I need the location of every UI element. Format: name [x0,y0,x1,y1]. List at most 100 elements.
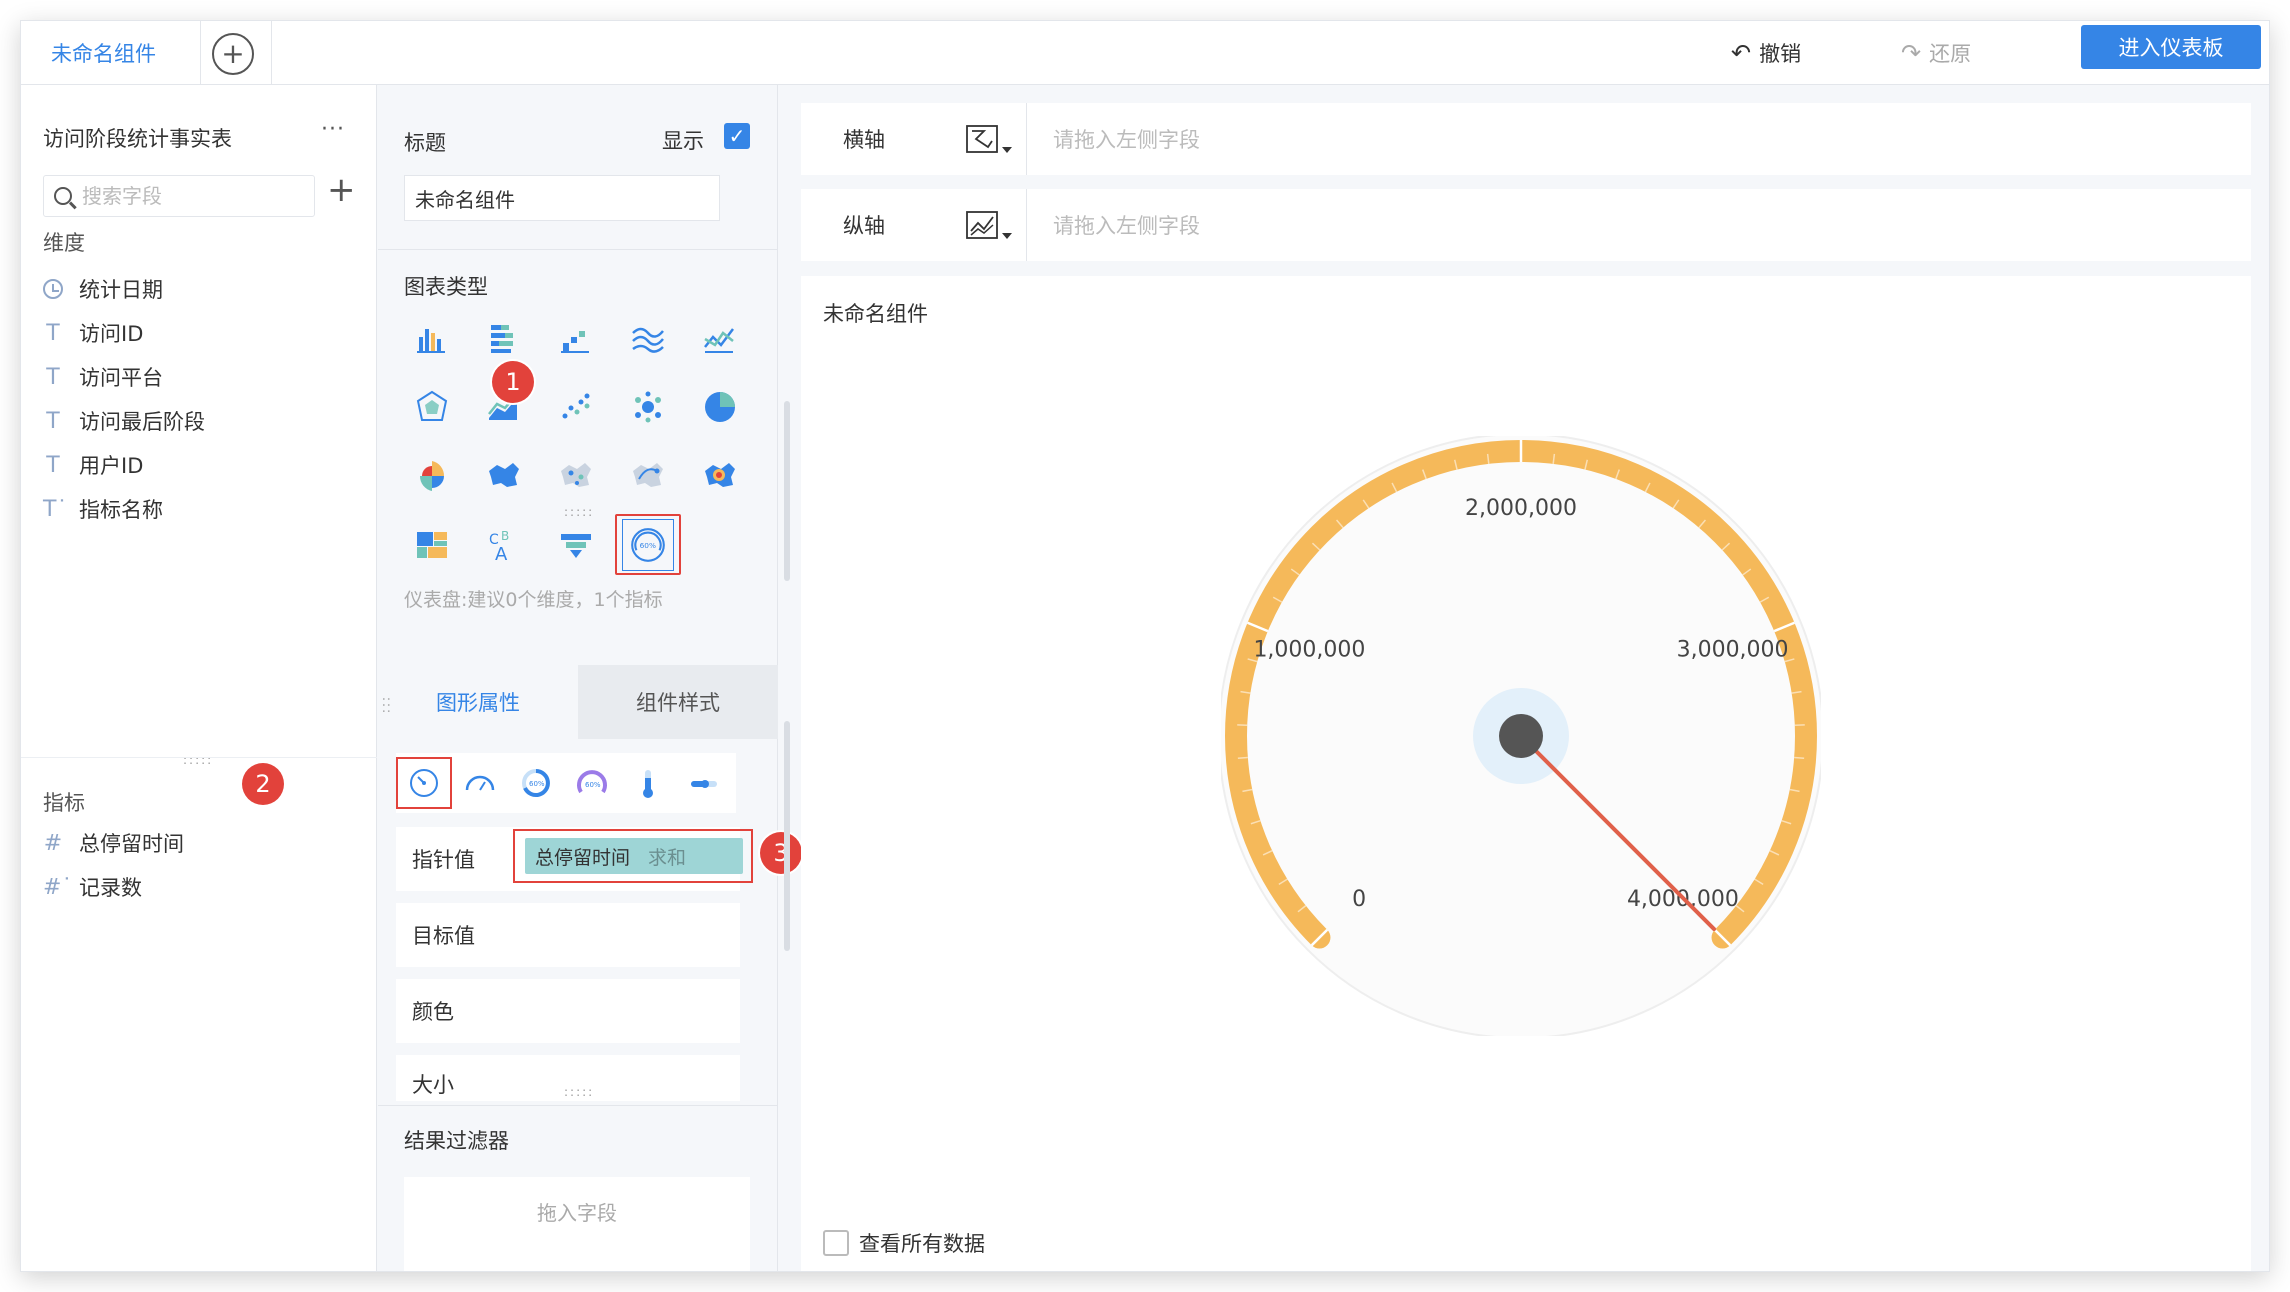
list-item[interactable]: #˙ 记录数 [43,865,184,909]
show-title-checkbox[interactable]: ✓ [724,123,750,149]
metric-list: # 总停留时间 #˙ 记录数 [43,821,184,909]
svg-text:A: A [495,544,508,564]
add-field-button[interactable]: + [327,173,356,207]
flow-map-icon[interactable] [612,441,684,510]
metrics-label: 指标 [43,791,85,815]
chevron-down-icon [1002,233,1012,239]
field-label: 访问平台 [79,366,163,390]
scatter-chart-icon[interactable] [540,372,612,441]
list-item[interactable]: T 用户ID [43,443,205,487]
dataset-title: 访问阶段统计事实表 [43,127,232,151]
gauge-style-slider-icon[interactable] [676,757,732,809]
point-map-icon[interactable] [540,441,612,510]
gauge-style-arc-icon[interactable]: 60% [564,757,620,809]
config-panel: 标题 显示 ✓ 图表类型 CBA [242,85,802,1271]
resize-handle[interactable]: ::::: [564,1085,594,1099]
pointer-field-chip[interactable]: 总停留时间 求和 [525,838,743,874]
chart-type-grid: CBA 60% [396,303,766,579]
scrollbar[interactable] [784,721,790,951]
text-icon: T [46,408,60,434]
search-icon [54,187,72,205]
target-value-row[interactable]: 目标值 [396,903,740,967]
gauge-tick-label: 0 [1352,887,1366,912]
title-input[interactable] [404,175,720,221]
list-item[interactable]: # 总停留时间 [43,821,184,865]
search-field[interactable] [43,175,315,217]
view-all-data-label: 查看所有数据 [859,1232,985,1256]
y-axis-type-dropdown[interactable] [937,189,1027,261]
undo-button[interactable]: ↶ 撤销 [1731,21,1801,85]
dimensions-label: 维度 [43,231,85,255]
rose-chart-icon[interactable] [396,441,468,510]
resize-handle[interactable]: ::: [380,697,394,715]
chevron-down-icon [1002,147,1012,153]
tab-shape-properties[interactable]: 图形属性 [378,665,578,739]
resize-handle[interactable]: ::::: [183,753,213,767]
tab-component[interactable]: 未命名组件 [21,21,201,85]
line-chart-icon[interactable] [684,303,756,372]
step-badge-3: 3 [760,832,802,874]
plus-icon: + [221,37,245,70]
heat-map-icon[interactable] [684,441,756,510]
word-cloud-icon[interactable]: CBA [468,510,540,579]
gauge-hub [1499,714,1543,758]
field-label: 访问最后阶段 [79,410,205,434]
resize-handle[interactable]: ::::: [564,505,594,519]
chart-types-label: 图表类型 [404,275,488,299]
gauge-minor-tick [1237,756,1248,760]
gauge-style-thermometer-icon[interactable] [620,757,676,809]
pointer-value-label: 指针值 [412,848,475,872]
gauge-minor-tick [1794,756,1805,760]
result-filter-drop-zone[interactable]: 拖入字段 [404,1177,750,1271]
target-value-label: 目标值 [412,924,475,948]
field-label: 总停留时间 [79,832,184,856]
wave-line-icon[interactable] [612,303,684,372]
gauge-chart[interactable]: 01,000,0002,000,0003,000,0004,000,000 [1221,436,1821,1036]
pie-chart-icon[interactable] [684,372,756,441]
y-axis-drop-zone[interactable]: 请拖入左侧字段 [1027,210,1200,240]
x-axis-label: 横轴 [843,128,885,152]
gauge-chart-icon[interactable]: 60% [615,514,681,575]
step-bar-icon[interactable] [540,303,612,372]
list-item[interactable]: T 访问平台 [43,355,205,399]
list-item[interactable]: T 访问最后阶段 [43,399,205,443]
result-filter-label: 结果过滤器 [404,1129,509,1153]
add-tab-button[interactable]: + [212,33,254,75]
list-item[interactable]: T 访问ID [43,311,205,355]
chart-type-hint: 仪表盘:建议0个维度，1个指标 [404,589,663,611]
pointer-value-drop-zone[interactable]: 总停留时间 求和 [513,829,753,883]
clock-icon [43,279,63,299]
funnel-chart-icon[interactable] [540,510,612,579]
redo-button[interactable]: ↷ 还原 [1901,21,1971,85]
region-map-icon[interactable] [468,441,540,510]
view-all-data-checkbox[interactable]: 查看所有数据 [823,1228,985,1258]
more-icon[interactable]: ··· [321,117,345,142]
divider [21,757,377,758]
list-item[interactable]: T˙ 指标名称 [43,487,205,531]
field-label: 用户ID [79,454,144,478]
x-axis-type-dropdown[interactable] [937,103,1027,175]
y-axis-row: 纵轴 请拖入左侧字段 [801,189,2251,261]
scrollbar[interactable] [784,401,790,581]
enter-dashboard-button[interactable]: 进入仪表板 [2081,25,2261,69]
dimension-list: 统计日期 T 访问ID T 访问平台 T 访问最后阶段 T 用户ID T˙ 指标… [43,267,205,531]
step-badge-2: 2 [242,763,284,805]
drop-field-hint: 拖入字段 [537,1201,617,1225]
search-input[interactable] [82,184,282,208]
gauge-style-ring-icon[interactable]: 60% [508,757,564,809]
gauge-style-dial-icon[interactable] [396,757,452,809]
title-label: 标题 [404,131,446,155]
field-label: 访问ID [79,322,144,346]
color-row[interactable]: 颜色 [396,979,740,1043]
text-icon: T [46,452,60,478]
bubble-chart-icon[interactable] [612,372,684,441]
x-axis-drop-zone[interactable]: 请拖入左侧字段 [1027,124,1200,154]
gauge-style-semicircle-icon[interactable] [452,757,508,809]
chart-title: 未命名组件 [823,302,928,326]
tab-component-style[interactable]: 组件样式 [578,665,778,739]
pointer-field-aggregation: 求和 [648,846,687,869]
bar-chart-icon[interactable] [396,303,468,372]
treemap-icon[interactable] [396,510,468,579]
radar-chart-icon[interactable] [396,372,468,441]
list-item[interactable]: 统计日期 [43,267,205,311]
